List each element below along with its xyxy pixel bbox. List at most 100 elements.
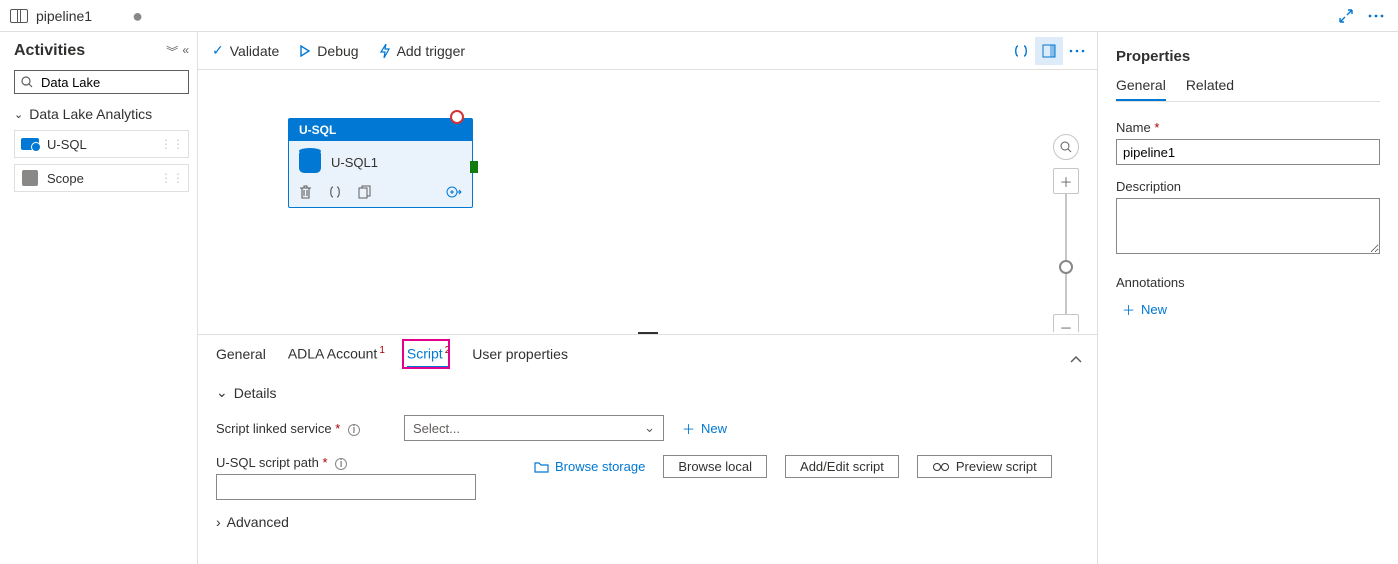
pipeline-description-input[interactable]	[1116, 198, 1380, 254]
add-edit-script-button[interactable]: Add/Edit script	[785, 455, 899, 478]
linked-service-select[interactable]: Select... ⌄	[404, 415, 664, 441]
chevron-down-icon: ⌄	[644, 420, 655, 436]
scope-icon	[21, 171, 39, 185]
config-tabs: General ADLA Account1 Script2 User prope…	[216, 345, 1079, 366]
activity-config-panel: General ADLA Account1 Script2 User prope…	[198, 334, 1097, 564]
topbar-actions	[1332, 2, 1398, 30]
node-name-label: U-SQL1	[331, 155, 378, 170]
top-tab-bar: pipeline1 ●	[0, 0, 1398, 32]
folder-icon	[534, 461, 549, 473]
copy-icon[interactable]	[358, 185, 371, 199]
activity-search-input[interactable]	[39, 74, 219, 91]
section-label: Advanced	[227, 514, 289, 530]
code-view-button[interactable]	[1007, 37, 1035, 65]
double-chevron-left-icon: «	[182, 43, 189, 60]
browse-local-button[interactable]: Browse local	[663, 455, 767, 478]
usql-icon	[21, 137, 39, 151]
details-section-toggle[interactable]: ⌄ Details	[216, 384, 1079, 401]
new-annotation-button[interactable]: ＋ New	[1122, 300, 1380, 319]
pipeline-icon	[10, 9, 28, 23]
expand-icon[interactable]	[1332, 2, 1360, 30]
link-label: New	[1141, 302, 1167, 317]
required-badge: 2	[445, 345, 451, 356]
zoom-slider[interactable]	[1065, 194, 1067, 314]
preview-script-button[interactable]: Preview script	[917, 455, 1052, 478]
link-label: New	[701, 421, 727, 436]
required-asterisk: *	[335, 421, 340, 436]
tab-script[interactable]: Script2	[407, 345, 450, 366]
more-icon[interactable]	[1362, 2, 1390, 30]
field-label: U-SQL script path	[216, 455, 319, 470]
plus-icon: ＋	[1122, 300, 1135, 319]
info-icon[interactable]: i	[348, 424, 360, 436]
required-badge: 1	[379, 345, 385, 356]
properties-panel: Properties General Related Name * Descri…	[1098, 32, 1398, 564]
canvas-column: ✓ Validate Debug Add trigger	[198, 32, 1098, 564]
error-indicator-icon	[450, 110, 464, 124]
properties-title: Properties	[1116, 48, 1380, 65]
ptab-general[interactable]: General	[1116, 77, 1166, 101]
zoom-thumb[interactable]	[1059, 260, 1073, 274]
toolbar-more-button[interactable]	[1063, 37, 1091, 65]
collapse-sidebar-button[interactable]: ︾ «	[166, 43, 189, 60]
canvas-search-button[interactable]	[1053, 134, 1079, 160]
tab-general[interactable]: General	[216, 346, 266, 366]
link-label: Browse storage	[555, 459, 645, 474]
advanced-section-toggle[interactable]: › Advanced	[216, 514, 1079, 530]
add-output-icon[interactable]	[446, 185, 462, 199]
play-icon	[299, 45, 311, 57]
row-linked-service: Script linked service * i Select... ⌄ ＋ …	[216, 415, 1079, 441]
activity-node-usql[interactable]: U-SQL U-SQL1	[288, 118, 473, 208]
file-tab-title: pipeline1	[36, 8, 92, 24]
code-icon[interactable]	[328, 186, 342, 198]
validate-button[interactable]: ✓ Validate	[212, 42, 279, 59]
zoom-in-button[interactable]: ＋	[1053, 168, 1079, 194]
chevron-down-icon: ⌄	[14, 108, 23, 121]
required-asterisk: *	[1154, 120, 1159, 135]
field-label: Description	[1116, 179, 1380, 194]
tab-adla-account[interactable]: ADLA Account1	[288, 345, 385, 366]
add-trigger-label: Add trigger	[397, 43, 465, 59]
pipeline-name-input[interactable]	[1116, 139, 1380, 165]
add-trigger-button[interactable]: Add trigger	[379, 43, 465, 59]
button-label: Preview script	[956, 459, 1037, 474]
activity-label: Scope	[47, 171, 84, 186]
zoom-controls: ＋ －	[1053, 134, 1079, 332]
pipeline-canvas[interactable]: U-SQL U-SQL1	[198, 70, 1097, 332]
main-area: ✓ Validate Debug Add trigger	[198, 32, 1398, 564]
activity-search[interactable]	[14, 70, 189, 94]
tab-user-properties[interactable]: User properties	[472, 346, 568, 366]
lightning-icon	[379, 44, 391, 58]
drag-grip-icon: ⋮⋮	[160, 137, 184, 151]
output-port[interactable]	[470, 161, 478, 173]
section-label: Details	[234, 385, 277, 401]
field-label: Name	[1116, 120, 1151, 135]
plus-icon: ＋	[682, 419, 695, 438]
chevron-down-icon: ⌄	[216, 384, 228, 401]
canvas-toolbar: ✓ Validate Debug Add trigger	[198, 32, 1097, 70]
category-data-lake-analytics[interactable]: ⌄ Data Lake Analytics	[14, 106, 189, 122]
activity-item-usql[interactable]: U-SQL ⋮⋮	[14, 130, 189, 158]
ptab-related[interactable]: Related	[1186, 77, 1234, 101]
field-label: Script linked service	[216, 421, 332, 436]
validate-label: Validate	[230, 43, 280, 59]
zoom-out-button[interactable]: －	[1053, 314, 1079, 332]
script-path-input[interactable]	[216, 474, 476, 500]
field-label: Annotations	[1116, 275, 1380, 290]
debug-button[interactable]: Debug	[299, 43, 358, 59]
browse-storage-button[interactable]: Browse storage	[534, 459, 645, 474]
activity-item-scope[interactable]: Scope ⋮⋮	[14, 164, 189, 192]
info-icon[interactable]: i	[335, 458, 347, 470]
database-icon	[299, 151, 321, 173]
properties-toggle-button[interactable]	[1035, 37, 1063, 65]
delete-icon[interactable]	[299, 185, 312, 199]
glasses-icon	[932, 462, 950, 472]
file-tab[interactable]: pipeline1 ●	[0, 0, 180, 32]
chevron-right-icon: ›	[216, 514, 221, 530]
tab-label: ADLA Account	[288, 346, 378, 362]
unsaved-dot-icon: ●	[132, 11, 143, 21]
search-icon	[21, 76, 33, 88]
debug-label: Debug	[317, 43, 358, 59]
category-label: Data Lake Analytics	[29, 106, 152, 122]
new-linked-service-button[interactable]: ＋ New	[682, 419, 727, 438]
